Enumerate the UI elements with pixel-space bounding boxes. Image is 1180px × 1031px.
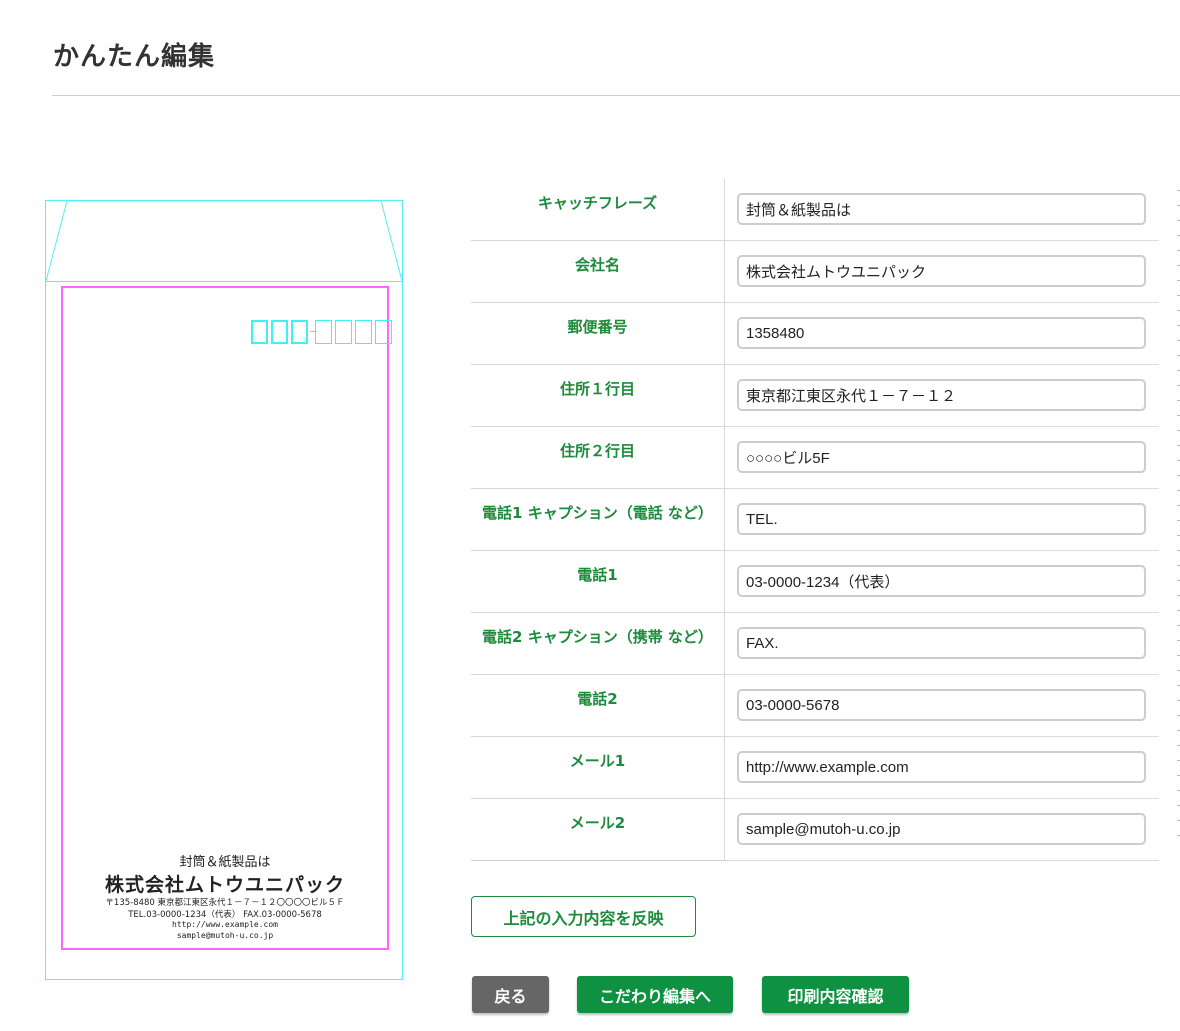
field-cell xyxy=(726,179,1159,241)
phone2-input[interactable] xyxy=(737,689,1146,721)
form-row-address1: 住所１行目 xyxy=(471,365,1159,427)
field-cell xyxy=(726,551,1159,613)
field-cell xyxy=(726,427,1159,489)
page-title: かんたん編集 xyxy=(53,42,216,72)
form-row-postal: 郵便番号 xyxy=(471,303,1159,365)
field-label: 電話1 xyxy=(471,551,725,612)
field-label: 郵便番号 xyxy=(471,303,725,364)
postal-box xyxy=(375,320,392,344)
reflect-input-button[interactable]: 上記の入力内容を反映 xyxy=(471,896,696,937)
envelope-preview: 封筒＆紙製品は 株式会社ムトウユニパック 〒135-8480 東京都江東区永代１… xyxy=(45,200,403,980)
field-label: キャッチフレーズ xyxy=(471,179,725,240)
field-label: 電話1 キャプション（電話 など） xyxy=(471,489,725,550)
address-line1-input[interactable] xyxy=(737,379,1146,411)
envelope-body: 封筒＆紙製品は 株式会社ムトウユニパック 〒135-8480 東京都江東区永代１… xyxy=(45,281,403,980)
form-row-phone2-caption: 電話2 キャプション（携帯 など） xyxy=(471,613,1159,675)
form-row-address2: 住所２行目 xyxy=(471,427,1159,489)
preview-catchphrase: 封筒＆紙製品は xyxy=(179,855,271,870)
field-cell xyxy=(726,799,1159,861)
field-cell xyxy=(726,613,1159,675)
preview-company-name: 株式会社ムトウユニパック xyxy=(104,874,345,896)
field-label: メール1 xyxy=(471,737,725,798)
preview-address: 〒135-8480 東京都江東区永代１－７－１２〇〇〇〇ビル５Ｆ xyxy=(105,898,345,908)
catchphrase-input[interactable] xyxy=(737,193,1146,225)
edit-form-table: キャッチフレーズ 会社名 郵便番号 住所１行目 住所２行目 電話1 キャプション… xyxy=(471,179,1159,861)
print-confirm-button[interactable]: 印刷内容確認 xyxy=(762,976,909,1013)
preview-url: http://www.example.com xyxy=(172,920,278,929)
form-row-company: 会社名 xyxy=(471,241,1159,303)
postal-box xyxy=(271,320,288,344)
print-area: 封筒＆紙製品は 株式会社ムトウユニパック 〒135-8480 東京都江東区永代１… xyxy=(61,286,392,950)
postal-box xyxy=(355,320,372,344)
form-row-phone1: 電話1 xyxy=(471,551,1159,613)
field-cell xyxy=(726,241,1159,303)
field-cell xyxy=(726,675,1159,737)
field-label: 住所１行目 xyxy=(471,365,725,426)
form-row-catchphrase: キャッチフレーズ xyxy=(471,179,1159,241)
field-cell xyxy=(726,303,1159,365)
company-name-input[interactable] xyxy=(737,255,1146,287)
field-label: 住所２行目 xyxy=(471,427,725,488)
postal-code-input[interactable] xyxy=(737,317,1146,349)
preview-phone: TEL.03-0000-1234（代表） FAX.03-0000-5678 xyxy=(128,910,322,920)
phone2-caption-input[interactable] xyxy=(737,627,1146,659)
field-label: 電話2 xyxy=(471,675,725,736)
phone1-input[interactable] xyxy=(737,565,1146,597)
field-label: メール2 xyxy=(471,799,725,860)
form-row-mail1: メール1 xyxy=(471,737,1159,799)
form-row-phone1-caption: 電話1 キャプション（電話 など） xyxy=(471,489,1159,551)
form-row-phone2: 電話2 xyxy=(471,675,1159,737)
address-line2-input[interactable] xyxy=(737,441,1146,473)
form-row-mail2: メール2 xyxy=(471,799,1159,861)
field-label: 会社名 xyxy=(471,241,725,302)
preview-mail: sample@mutoh-u.co.jp xyxy=(176,931,274,940)
postal-box xyxy=(251,320,268,344)
field-cell xyxy=(726,489,1159,551)
postal-box xyxy=(315,320,332,344)
postal-box xyxy=(335,320,352,344)
mail2-input[interactable] xyxy=(737,813,1146,845)
detail-edit-button[interactable]: こだわり編集へ xyxy=(577,976,733,1013)
postal-box xyxy=(291,320,308,344)
field-cell xyxy=(726,365,1159,427)
title-divider xyxy=(52,95,1180,96)
field-label: 電話2 キャプション（携帯 など） xyxy=(471,613,725,674)
back-button[interactable]: 戻る xyxy=(472,976,549,1013)
envelope-flap xyxy=(45,200,403,282)
phone1-caption-input[interactable] xyxy=(737,503,1146,535)
field-cell xyxy=(726,737,1159,799)
mail1-input[interactable] xyxy=(737,751,1146,783)
